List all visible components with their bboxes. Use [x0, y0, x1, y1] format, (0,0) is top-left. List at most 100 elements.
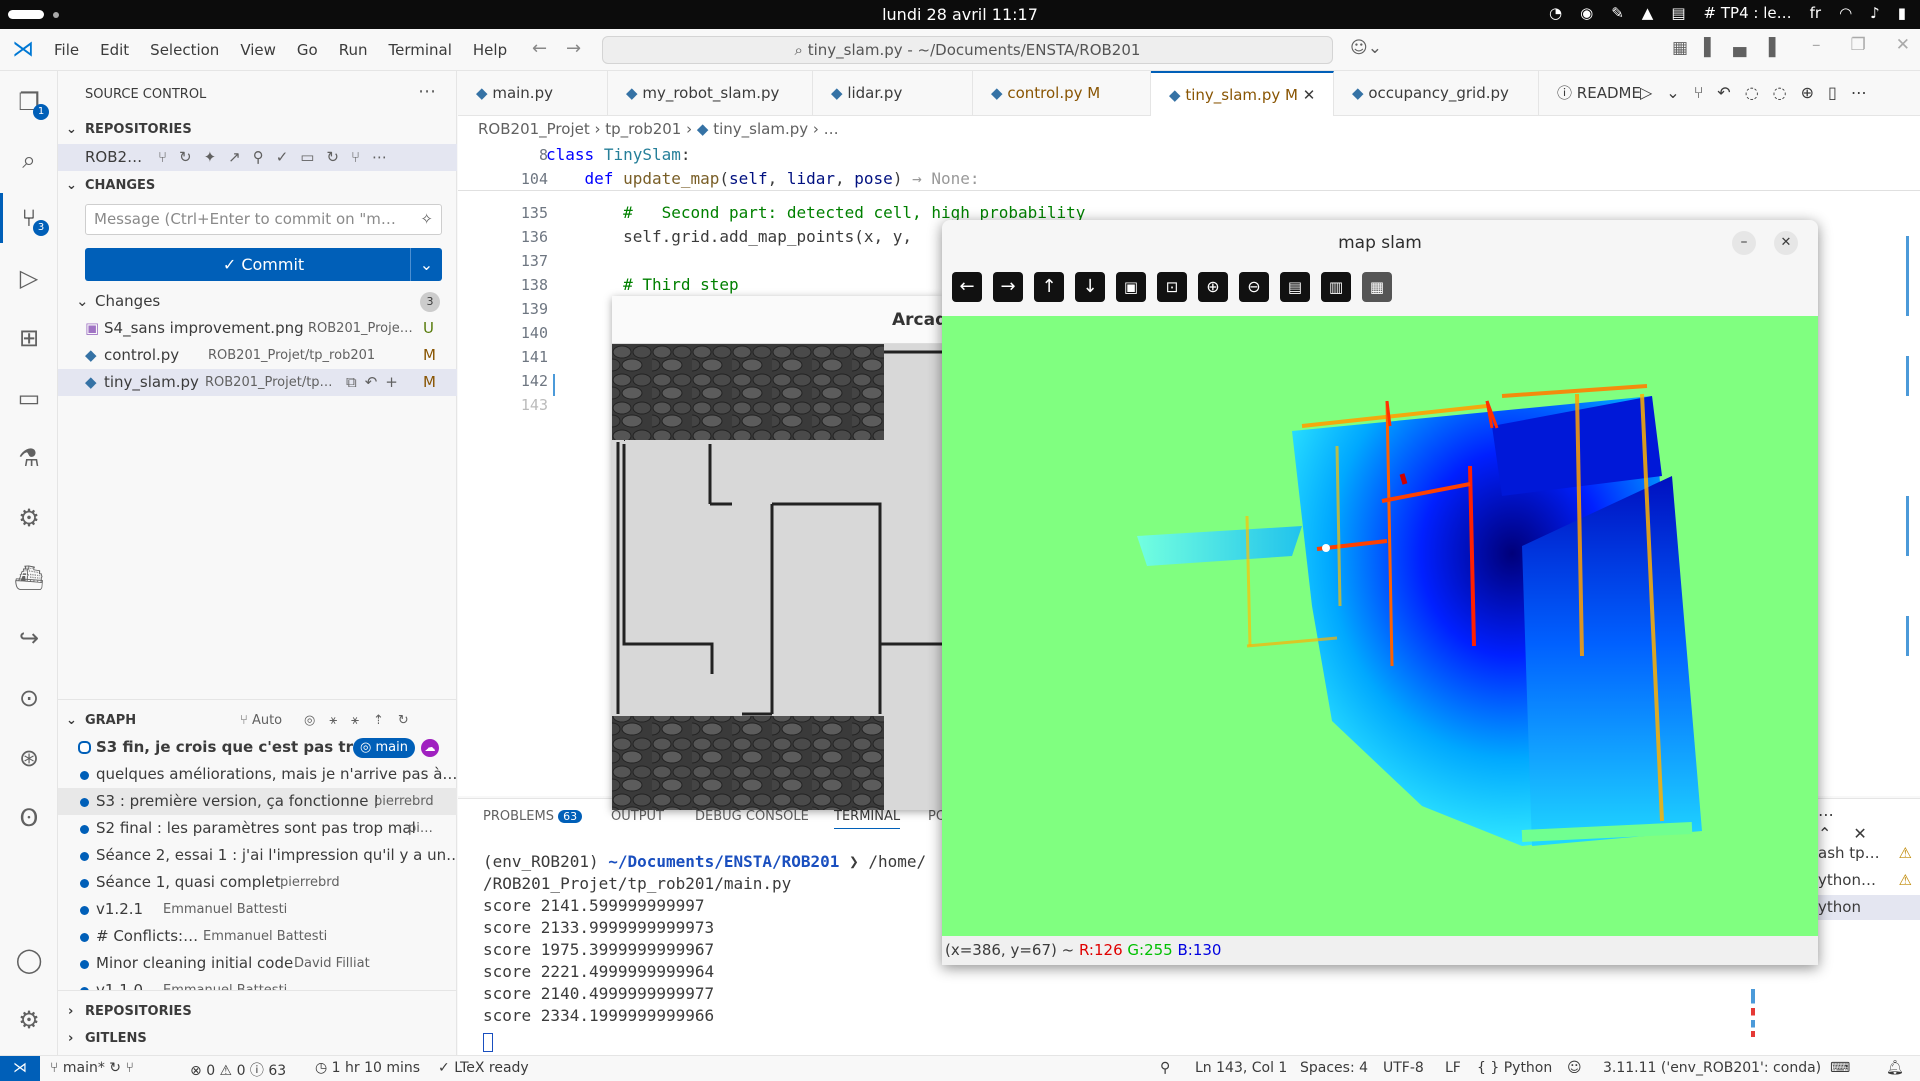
tab-control-py[interactable]: ◆ control.py M — [973, 71, 1151, 116]
toggle-panel-icon[interactable]: ▄ — [1733, 38, 1746, 58]
command-center-search[interactable]: ⌕ tiny_slam.py - ~/Documents/ENSTA/ROB20… — [602, 36, 1333, 64]
minimize-icon[interactable]: – — [1812, 35, 1821, 55]
properties-icon[interactable]: ▦ — [1362, 272, 1392, 302]
breadcrumb-item[interactable]: … — [824, 120, 839, 138]
close-tab-icon[interactable]: ✕ — [1303, 86, 1316, 104]
minimize-icon[interactable]: – — [1732, 231, 1756, 255]
search-icon[interactable]: ⌕ — [13, 144, 45, 176]
extensions-icon[interactable]: ⊞ — [13, 322, 45, 354]
status-branch[interactable]: ⑂ main* ↻ ⑂ — [50, 1060, 134, 1076]
terminal-list-item[interactable]: ython… ⚠ — [1818, 868, 1920, 893]
tab-tiny-slam-py[interactable]: ◆ tiny_slam.py M ✕ — [1151, 71, 1334, 116]
toggle-secondary-sidebar-icon[interactable]: ▐ — [1762, 38, 1775, 58]
graph-commit[interactable]: # Conflicts:… Emmanuel Battesti — [58, 923, 457, 950]
panel-tab-output[interactable]: OUTPUT — [611, 809, 664, 824]
restore-icon[interactable]: ❐ — [1851, 35, 1866, 55]
breadcrumb-item[interactable]: tiny_slam.py — [713, 120, 808, 138]
source-control-icon[interactable]: ⑂ 3 — [13, 202, 49, 236]
graph-commit[interactable]: S2 final : les paramètres sont pas trop … — [58, 815, 457, 842]
changes-group[interactable]: ⌄ Changes 3 — [58, 288, 457, 315]
status-python-interpreter[interactable]: 3.11.11 ('env_ROB201': conda) — [1603, 1060, 1821, 1076]
run-debug-icon[interactable]: ▷ — [13, 262, 45, 294]
tab-my-robot-slam-py[interactable]: ◆ my_robot_slam.py — [608, 71, 813, 116]
graph-action-icons[interactable]: ◎⚹⚹⇡↻ — [304, 713, 423, 728]
back-arrow-icon[interactable]: ← — [532, 38, 547, 59]
keyboard-layout[interactable]: fr — [1810, 4, 1821, 22]
map-slam-window[interactable]: map slam – ✕ ← → ↑ ↓ ▣ ⊡ ⊕ ⊖ ▤ ▥ ▦ (x=38… — [942, 220, 1818, 965]
repo-row[interactable]: ROB2… ⑂↻✦↗⚲✓▭↻⑂⋯ — [58, 144, 457, 171]
terminal-prompt-line-2[interactable]: /ROB201_Projet/tp_rob201/main.py — [483, 874, 791, 893]
graph-commit[interactable]: S3 fin, je crois que c'est pas tro… ◎ ma… — [58, 734, 457, 761]
menu-terminal[interactable]: Terminal — [389, 41, 452, 59]
wifi-icon[interactable]: ◠ — [1839, 4, 1852, 22]
status-cursor-position[interactable]: Ln 143, Col 1 — [1195, 1060, 1287, 1076]
code-line[interactable]: # Third step — [546, 275, 739, 294]
more-actions-icon[interactable]: ⋯ — [418, 81, 436, 102]
pan-down-icon[interactable]: ↓ — [1075, 272, 1105, 302]
menu-help[interactable]: Help — [473, 41, 507, 59]
sticky-line[interactable]: def update_map(self, lidar, pose) → None… — [546, 169, 980, 188]
menu-view[interactable]: View — [240, 41, 276, 59]
explorer-icon[interactable]: ❐ 1 — [13, 86, 49, 120]
repo-action-icons[interactable]: ⑂↻✦↗⚲✓▭↻⑂⋯ — [158, 144, 399, 171]
copilot-chat-icon[interactable]: ʘ — [13, 802, 45, 834]
map-slam-title[interactable]: map slam — [942, 220, 1818, 266]
menu-go[interactable]: Go — [297, 41, 318, 59]
status-ltex[interactable]: ✓ LTeX ready — [438, 1060, 529, 1076]
tab-occupancy-grid-py[interactable]: ◆ occupancy_grid.py — [1334, 71, 1539, 116]
status-indentation[interactable]: Spaces: 4 — [1300, 1060, 1368, 1076]
graph-commit[interactable]: v1.1.0 Emmanuel Battesti — [58, 977, 457, 991]
commit-dropdown-icon[interactable]: ⌄ — [410, 248, 442, 281]
zoom-in-icon[interactable]: ⊕ — [1198, 272, 1228, 302]
change-file-row[interactable]: ◆ control.py ROB201_Projet/tp_rob201 M — [58, 342, 457, 369]
graph-commit[interactable]: quelques améliorations, mais je n'arrive… — [58, 761, 457, 788]
commit-message-input[interactable]: Message (Ctrl+Enter to commit on "m… ✧ — [85, 204, 442, 235]
zoom-to-fit-icon[interactable]: ▣ — [1116, 272, 1146, 302]
terminal-list-item[interactable]: ython — [1818, 895, 1920, 920]
change-file-row[interactable]: ▣ S4_sans improvement.png ROB201_Proje… … — [58, 315, 457, 342]
menu-edit[interactable]: Edit — [100, 41, 129, 59]
clipboard-icon[interactable]: ▤ — [1671, 4, 1685, 22]
file-action-icons[interactable]: ⧉↶+ — [346, 369, 406, 396]
terminal-prompt-line[interactable]: (env_ROB201) ~/Documents/ENSTA/ROB201 ❯ … — [483, 852, 926, 871]
docker-icon[interactable]: ⛴ — [13, 562, 45, 594]
battery-icon[interactable]: ▮ — [1898, 4, 1906, 22]
graph-auto-toggle[interactable]: ⑂ Auto — [240, 713, 282, 728]
status-time-tracker[interactable]: ◷ 1 hr 10 mins — [315, 1060, 420, 1076]
occupancy-map-canvas[interactable] — [942, 316, 1818, 936]
close-icon[interactable]: ✕ — [1774, 231, 1798, 255]
arcade-window-title[interactable]: Arcad — [612, 296, 942, 344]
jupyter-icon[interactable]: ⚙ — [13, 502, 45, 534]
menu-selection[interactable]: Selection — [150, 41, 219, 59]
remote-explorer-icon[interactable]: ▭ — [13, 382, 45, 414]
tab-readme[interactable]: ⓘ README — [1539, 71, 1641, 116]
color-picker-icon[interactable]: ✎ — [1611, 4, 1624, 22]
toggle-sidebar-icon[interactable]: ▌ — [1704, 38, 1717, 58]
sparkle-icon[interactable]: ✧ — [420, 205, 433, 234]
status-eol[interactable]: LF — [1445, 1060, 1461, 1076]
record-icon[interactable]: ◉ — [1580, 4, 1593, 22]
tray-window-title[interactable]: # TP4 : le… — [1704, 4, 1792, 22]
accounts-icon[interactable]: ◯ — [13, 944, 45, 976]
forward-arrow-icon[interactable]: → — [566, 38, 581, 59]
remote-indicator-icon[interactable]: ⋊ — [0, 1056, 40, 1081]
code-line[interactable]: self.grid.add_map_points(x, y, — [546, 227, 912, 246]
pan-up-icon[interactable]: ↑ — [1034, 272, 1064, 302]
copilot-icon[interactable]: ☺⌄ — [1350, 38, 1382, 58]
timer-icon[interactable]: ◔ — [1549, 4, 1562, 22]
location-icon[interactable]: ⚲ — [1160, 1060, 1170, 1076]
graph-commit[interactable]: v1.2.1 Emmanuel Battesti — [58, 896, 457, 923]
panel-action-icons[interactable]: ⋯⌃✕ — [1818, 805, 1920, 843]
menu-file[interactable]: File — [54, 41, 79, 59]
breadcrumb-item[interactable]: ROB201_Projet — [478, 120, 590, 138]
manage-gear-icon[interactable]: ⚙ — [13, 1004, 45, 1036]
zoom-original-icon[interactable]: ⊡ — [1157, 272, 1187, 302]
customize-layout-icon[interactable]: ▦ — [1672, 38, 1688, 58]
gitlens-inspect-icon[interactable]: ⊛ — [13, 742, 45, 774]
notifications-bell-icon[interactable]: 🔔︎ — [1886, 1060, 1904, 1076]
editor-action-icons[interactable]: ▷⌄⑂↶◌◌⊕▯⋯ — [1640, 83, 1881, 102]
panel-tab-terminal[interactable]: TERMINAL — [834, 809, 901, 829]
change-file-row[interactable]: ◆ tiny_slam.py ROB201_Projet/tp… ⧉↶+ M — [58, 369, 457, 396]
commit-button[interactable]: ✓ Commit ⌄ — [85, 248, 442, 281]
arcade-window[interactable]: Arcad — [612, 296, 942, 810]
